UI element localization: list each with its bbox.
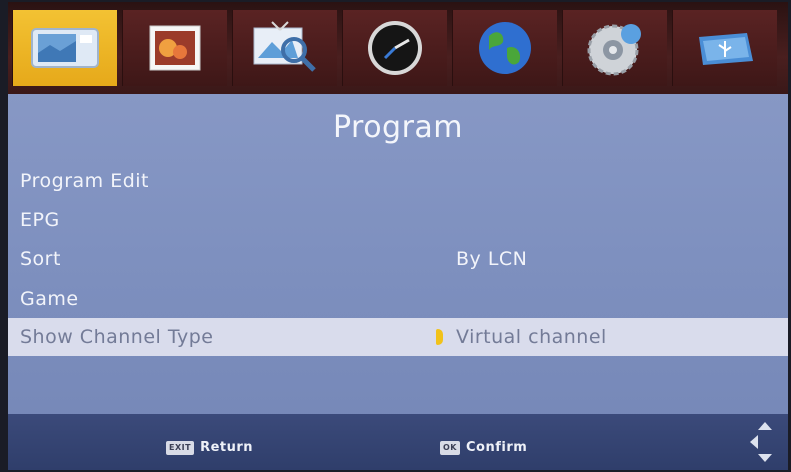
menu-item-show-channel-type[interactable]: Show Channel Type Virtual channel (8, 318, 788, 356)
left-arrow-icon[interactable] (436, 329, 443, 345)
exit-key-icon: EXIT (166, 440, 195, 455)
tab-usb[interactable] (672, 10, 777, 86)
tv-screen-icon (31, 28, 99, 68)
confirm-label: Confirm (466, 440, 528, 455)
menu-item-label: Show Channel Type (20, 326, 214, 348)
tv-screen: Program Program Edit EPG Sort By LCN Gam… (8, 2, 788, 470)
menu-item-label: Game (20, 288, 79, 310)
menu-item-label: Program Edit (20, 170, 149, 192)
tab-setup[interactable] (562, 10, 667, 86)
navigation-arrows-icon (750, 422, 772, 462)
page-title: Program (332, 110, 464, 145)
tab-program[interactable] (12, 10, 117, 86)
settings-disc-icon (587, 24, 641, 76)
tab-image-search[interactable] (232, 10, 337, 86)
menu-tab-bar (8, 2, 788, 94)
menu-item-value: Virtual channel (456, 326, 607, 348)
return-label: Return (200, 440, 254, 455)
globe-icon (479, 22, 531, 74)
tab-language[interactable] (452, 10, 557, 86)
tab-picture[interactable] (122, 10, 227, 86)
tab-time[interactable] (342, 10, 447, 86)
search-image-icon (253, 21, 316, 72)
picture-icon (149, 25, 201, 71)
menu-item-epg[interactable]: EPG (8, 201, 788, 239)
clock-icon (368, 21, 422, 75)
menu-item-value: By LCN (456, 248, 528, 270)
menu-item-sort[interactable]: Sort By LCN (8, 240, 788, 278)
ok-key-icon: OK (440, 440, 460, 455)
usb-icon (699, 33, 753, 65)
menu-item-program-edit[interactable]: Program Edit (8, 162, 788, 200)
menu-item-label: Sort (20, 248, 61, 270)
return-hint[interactable]: EXIT Return (166, 440, 253, 455)
menu-item-label: EPG (20, 209, 60, 231)
footer-bar: EXIT Return OK Confirm (8, 414, 788, 470)
confirm-hint[interactable]: OK Confirm (440, 440, 527, 455)
menu-item-game[interactable]: Game (8, 280, 788, 318)
